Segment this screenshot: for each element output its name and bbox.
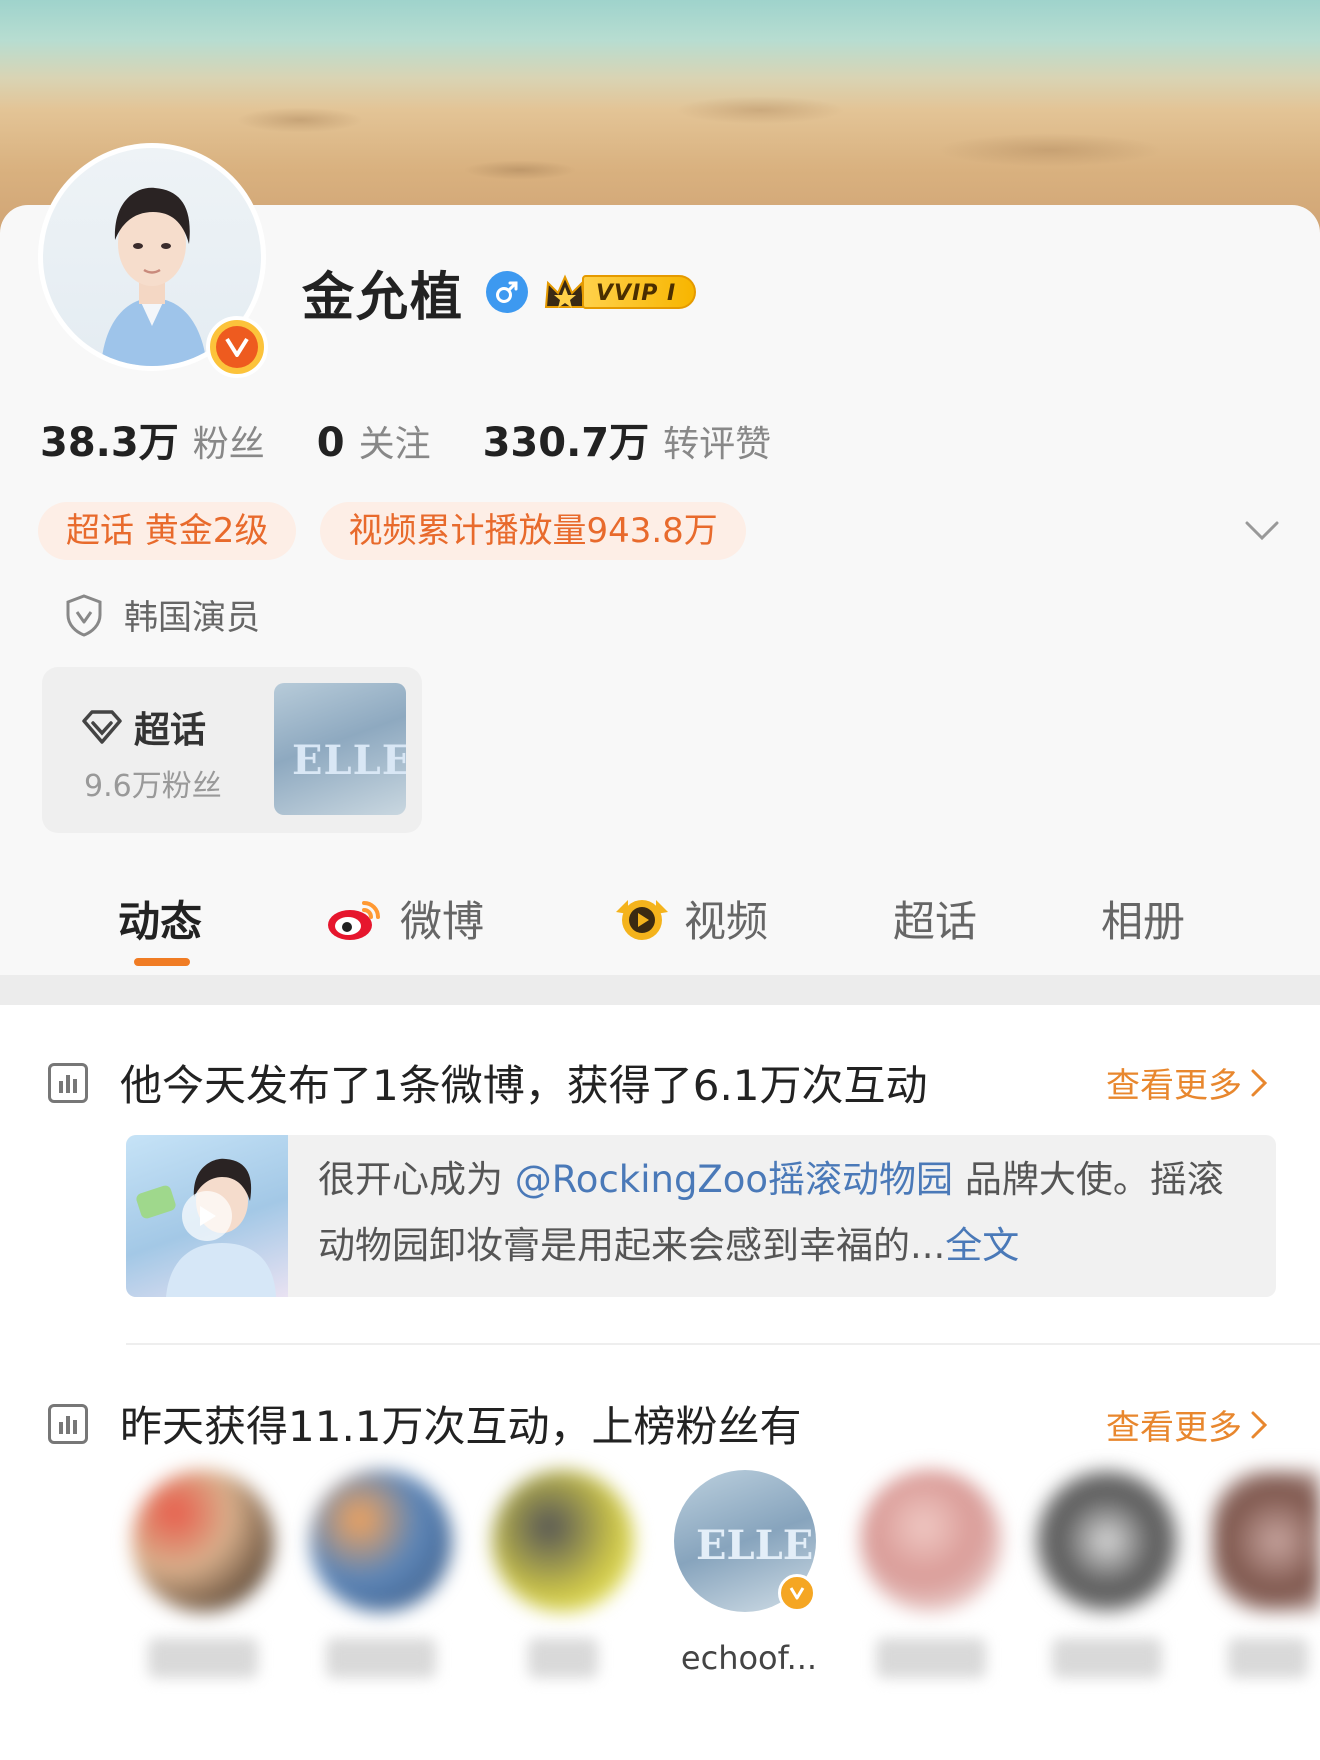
profile-name: 金允植 bbox=[302, 267, 465, 328]
fan-avatar-blurred bbox=[1212, 1470, 1320, 1612]
top-fans-row: ELLE echoof... bbox=[0, 1470, 1320, 1710]
today-section-header: 他今天发布了1条微博，获得了6.1万次互动 bbox=[48, 1052, 928, 1113]
stat-label: 关注 bbox=[358, 424, 431, 465]
bar-chart-icon bbox=[48, 1403, 88, 1444]
tab-activity[interactable]: 动态 bbox=[118, 888, 202, 949]
fan-name: echoof... bbox=[680, 1639, 818, 1677]
chevron-right-icon bbox=[1251, 1069, 1268, 1096]
stat-number: 330.7万 bbox=[482, 420, 650, 466]
fan-avatar-blurred bbox=[1036, 1470, 1178, 1612]
stat-number: 0 bbox=[316, 420, 345, 466]
fan-item[interactable]: ELLE echoof... bbox=[674, 1470, 824, 1678]
section-divider bbox=[0, 975, 1320, 1005]
name-row: 金允植 VVIP I bbox=[302, 256, 697, 328]
stat-number: 38.3万 bbox=[40, 420, 179, 466]
tab-bar: 动态 微博 视频 超话 相册 bbox=[0, 870, 1320, 974]
today-see-more-link[interactable]: 查看更多 bbox=[1106, 1058, 1270, 1107]
tab-label: 相册 bbox=[1101, 897, 1186, 946]
post-preview-card[interactable]: 很开心成为 @RockingZoo摇滚动物园 品牌大使。摇滚动物园卸妆膏是用起来… bbox=[126, 1135, 1276, 1297]
fan-avatar-blurred bbox=[132, 1470, 274, 1612]
post-excerpt: 很开心成为 @RockingZoo摇滚动物园 品牌大使。摇滚动物园卸妆膏是用起来… bbox=[318, 1147, 1258, 1279]
fan-avatar-blurred bbox=[860, 1470, 1002, 1612]
see-more-label: 查看更多 bbox=[1106, 1408, 1242, 1448]
fan-name-blurred bbox=[326, 1638, 436, 1678]
tab-label: 微博 bbox=[400, 897, 485, 946]
supertopic-title: 超话 bbox=[134, 710, 207, 751]
tab-supertopic[interactable]: 超话 bbox=[893, 888, 977, 949]
chevron-right-icon bbox=[1251, 1411, 1268, 1438]
tab-video[interactable]: 视频 bbox=[612, 888, 768, 949]
fan-name-blurred bbox=[1052, 1638, 1162, 1678]
active-tab-indicator bbox=[134, 958, 190, 966]
video-plays-tag[interactable]: 视频累计播放量943.8万 bbox=[320, 502, 746, 560]
post-video-thumbnail[interactable] bbox=[126, 1135, 288, 1297]
yesterday-section-header: 昨天获得11.1万次互动，上榜粉丝有 bbox=[48, 1393, 802, 1454]
fan-item[interactable] bbox=[860, 1470, 1010, 1678]
chevron-down-icon[interactable] bbox=[1244, 520, 1280, 542]
feed-separator bbox=[126, 1343, 1320, 1345]
today-summary: 他今天发布了1条微博，获得了6.1万次互动 bbox=[120, 1061, 928, 1110]
supertopic-thumbnail: ELLE bbox=[274, 683, 406, 815]
vip-badge[interactable]: VVIP I bbox=[542, 271, 697, 313]
tab-label: 动态 bbox=[118, 897, 203, 946]
certification-text: 韩国演员 bbox=[124, 598, 260, 638]
fan-item[interactable] bbox=[1036, 1470, 1186, 1678]
tag-row: 超话 黄金2级 视频累计播放量943.8万 bbox=[38, 502, 770, 560]
fan-avatar-blurred bbox=[310, 1470, 452, 1612]
fan-item[interactable] bbox=[132, 1470, 282, 1678]
post-mention-link[interactable]: @RockingZoo摇滚动物园 bbox=[515, 1158, 953, 1201]
shield-icon bbox=[66, 593, 102, 637]
magazine-logo: ELLE bbox=[292, 737, 406, 784]
tab-weibo[interactable]: 微博 bbox=[326, 888, 484, 949]
fan-name-blurred bbox=[876, 1638, 986, 1678]
fan-name-blurred bbox=[1228, 1638, 1308, 1678]
verified-badge-icon bbox=[206, 316, 268, 378]
fan-avatar-magazine-logo: ELLE bbox=[696, 1522, 814, 1569]
see-more-label: 查看更多 bbox=[1106, 1066, 1242, 1106]
stat-interactions[interactable]: 330.7万 转评赞 bbox=[483, 410, 772, 468]
play-icon bbox=[182, 1191, 232, 1241]
stat-label: 粉丝 bbox=[192, 424, 265, 465]
tab-label: 视频 bbox=[684, 897, 769, 946]
supertopic-level-tag[interactable]: 超话 黄金2级 bbox=[38, 502, 297, 560]
weibo-logo-icon bbox=[328, 900, 380, 940]
yesterday-see-more-link[interactable]: 查看更多 bbox=[1106, 1400, 1270, 1449]
certification: 韩国演员 bbox=[64, 590, 260, 639]
stat-label: 转评赞 bbox=[663, 424, 772, 465]
fan-name-blurred bbox=[528, 1638, 598, 1678]
stat-following[interactable]: 0 关注 bbox=[317, 415, 431, 467]
tab-album[interactable]: 相册 bbox=[1101, 888, 1185, 949]
tab-label: 超话 bbox=[893, 897, 978, 946]
fan-item[interactable] bbox=[1212, 1470, 1320, 1678]
fan-name-blurred bbox=[148, 1638, 258, 1678]
supertopic-fans: 9.6万粉丝 bbox=[84, 769, 222, 804]
fan-item[interactable] bbox=[492, 1470, 642, 1678]
vip-label: VVIP I bbox=[582, 275, 697, 309]
diamond-icon bbox=[82, 710, 122, 744]
yesterday-summary: 昨天获得11.1万次互动，上榜粉丝有 bbox=[120, 1402, 802, 1451]
bar-chart-icon bbox=[48, 1062, 88, 1103]
post-text-start: 很开心成为 bbox=[318, 1158, 503, 1201]
stats-row: 38.3万 粉丝 0 关注 330.7万 转评赞 bbox=[40, 410, 823, 468]
stat-fans[interactable]: 38.3万 粉丝 bbox=[40, 410, 265, 468]
read-full-link[interactable]: 全文 bbox=[945, 1224, 1019, 1267]
fan-item[interactable] bbox=[310, 1470, 460, 1678]
verified-badge-icon bbox=[778, 1574, 816, 1612]
supertopic-card[interactable]: 超话 9.6万粉丝 ELLE bbox=[42, 667, 422, 833]
male-icon bbox=[486, 271, 529, 313]
video-play-icon bbox=[616, 899, 668, 940]
fan-avatar-blurred bbox=[492, 1470, 634, 1612]
